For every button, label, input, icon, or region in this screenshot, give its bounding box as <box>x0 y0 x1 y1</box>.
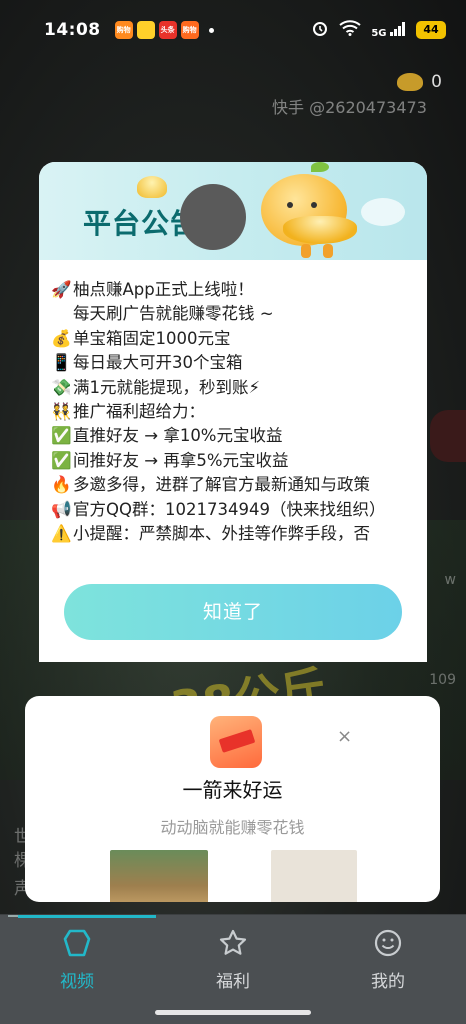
announcement-line: ⚠️小提醒：严禁脚本、外挂等作弊手段，否 <box>51 522 417 546</box>
status-bar: 14:08 购物 头条 购物 5G 44 <box>0 0 466 60</box>
alarm-icon <box>311 19 329 42</box>
tab-label: 视频 <box>60 972 94 992</box>
status-time: 14:08 <box>44 20 101 40</box>
cellular-signal-icon: 5G <box>371 21 406 39</box>
close-icon[interactable]: × <box>337 726 352 747</box>
star-icon <box>173 923 293 963</box>
mascot-leaf <box>311 162 329 172</box>
author-avatar[interactable] <box>430 410 466 462</box>
comment-count: 109 <box>429 672 456 688</box>
promo-title: 一箭来好运 <box>182 778 283 802</box>
coin-counter[interactable]: 0 <box>397 72 442 92</box>
announcement-body: 🚀柚点赚App正式上线啦！ 每天刷广告就能赚零花钱 ~ 💰单宝箱固定1000元宝… <box>39 260 427 560</box>
tab-video[interactable]: 视频 <box>17 923 137 992</box>
flying-money-icon: 💸 <box>51 377 72 397</box>
check-icon: ✅ <box>51 450 72 470</box>
kuaishou-watermark: 快手 @2620473473 <box>272 98 427 117</box>
video-icon <box>17 923 137 963</box>
wifi-icon <box>339 19 361 41</box>
people-icon: 👯 <box>51 402 72 422</box>
announcement-line: 🚀柚点赚App正式上线啦！ <box>51 278 417 302</box>
fire-icon: 🔥 <box>51 475 72 495</box>
money-bag-icon: 💰 <box>51 328 72 348</box>
check-icon: ✅ <box>51 426 72 446</box>
announcement-line: ✅直推好友 → 拿10%元宝收益 <box>51 424 417 448</box>
tab-mine[interactable]: 我的 <box>328 923 448 992</box>
gold-ingot-icon <box>137 176 167 198</box>
mascot-legs <box>297 244 337 258</box>
phone-icon: 📱 <box>51 353 72 373</box>
tab-label: 我的 <box>371 972 405 992</box>
announcement-line: 💰单宝箱固定1000元宝 <box>51 327 417 351</box>
promo-screenshot <box>110 850 208 902</box>
mascot-eye <box>287 202 293 208</box>
arrow-game-app-icon[interactable] <box>210 716 262 768</box>
megaphone-icon: 📢 <box>51 499 72 519</box>
announcement-line: 📱每日最大可开30个宝箱 <box>51 351 417 375</box>
rocket-icon: 🚀 <box>51 280 72 299</box>
announcement-line: 💸满1元就能提现，秒到账⚡ <box>51 376 417 400</box>
tab-label: 福利 <box>216 972 250 992</box>
battery-indicator: 44 <box>416 21 446 39</box>
like-count: w <box>444 572 456 588</box>
announcement-line: 📢官方QQ群：1021734949（快来找组织） <box>51 498 417 522</box>
mascot-eye <box>311 202 317 208</box>
cloud-decoration <box>361 198 405 226</box>
home-indicator[interactable] <box>155 1010 311 1015</box>
status-right: 5G 44 <box>311 19 446 42</box>
bottom-navigation: 视频 福利 我的 <box>0 914 466 1024</box>
warning-icon: ⚠️ <box>51 524 72 544</box>
active-tab-indicator <box>18 915 156 918</box>
smiley-face-icon <box>328 923 448 963</box>
coin-count: 0 <box>431 72 442 92</box>
app-badge-1: 购物 <box>114 21 133 39</box>
app-badge-4: 购物 <box>180 21 199 39</box>
app-badge-3: 头条 <box>158 21 177 39</box>
announcement-line: 每天刷广告就能赚零花钱 ~ <box>73 304 274 324</box>
announcement-line: 🔥多邀多得，进群了解官方最新通知与政策 <box>51 473 417 497</box>
promo-screenshot <box>271 850 357 902</box>
promo-subtitle: 动动脑就能赚零花钱 <box>160 818 305 837</box>
notification-dot <box>208 27 214 33</box>
gold-ingot-icon <box>397 73 424 91</box>
tab-welfare[interactable]: 福利 <box>173 923 293 992</box>
loading-spinner <box>180 184 246 250</box>
announcement-footer: 知道了 <box>39 560 427 662</box>
mascot-ingot <box>283 216 357 244</box>
app-badge-2 <box>136 21 155 39</box>
promo-card: × 一箭来好运 动动脑就能赚零花钱 <box>25 696 440 902</box>
acknowledge-button[interactable]: 知道了 <box>64 584 402 640</box>
announcement-line: ✅间推好友 → 再拿5%元宝收益 <box>51 449 417 473</box>
announcement-line: 👯推广福利超给力： <box>51 400 417 424</box>
